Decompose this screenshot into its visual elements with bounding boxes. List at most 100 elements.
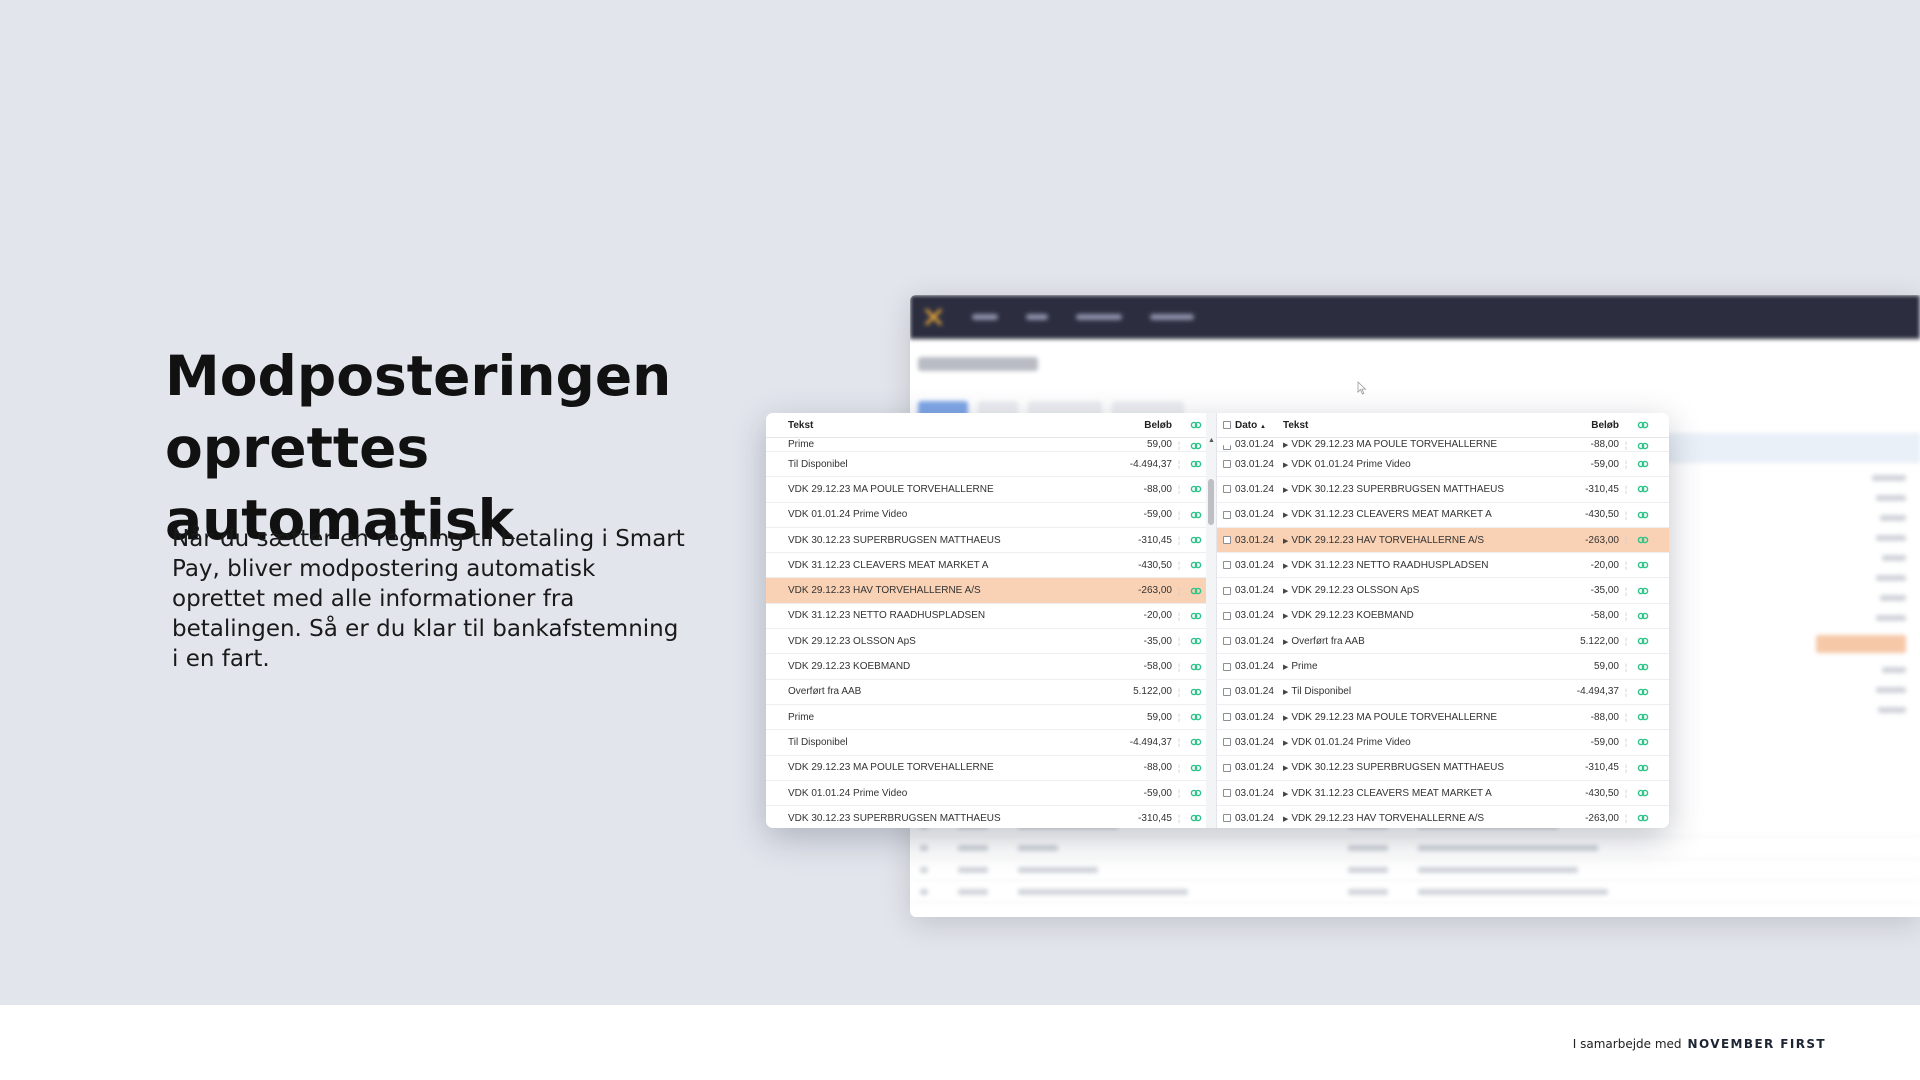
table-row[interactable]: 03.01.24 ▶ VDK 31.12.23 NETTO RAADHUSPLADS… [1217,553,1669,579]
table-row[interactable]: 03.01.24 ▶ VDK 31.12.23 CLEAVERS MEAT MARK… [1217,781,1669,807]
link-icon[interactable] [1186,460,1206,468]
link-icon[interactable] [1186,663,1206,671]
link-icon[interactable] [1186,688,1206,696]
expand-arrow-icon[interactable]: ▶ [1283,740,1288,747]
link-icon[interactable] [1633,738,1653,746]
expand-arrow-icon[interactable]: ▶ [1283,765,1288,772]
table-row[interactable]: 03.01.24 ▶ VDK 29.12.23 HAV TORVEHALLERNE … [1217,527,1669,554]
link-icon[interactable] [1633,688,1653,696]
link-icon[interactable] [1633,460,1653,468]
column-header-date[interactable]: Dato ▲ [1233,420,1283,431]
row-checkbox[interactable] [1217,611,1233,620]
scroll-up-icon[interactable]: ▲ [1208,437,1215,444]
link-icon[interactable] [1633,612,1653,620]
link-icon[interactable] [1186,485,1206,493]
row-checkbox[interactable] [1217,687,1233,696]
table-row[interactable]: VDK 31.12.23 CLEAVERS MEAT MARKET A -430,… [766,553,1206,579]
column-header-amount[interactable]: Beløb [1096,420,1172,431]
expand-arrow-icon[interactable]: ▶ [1283,442,1288,449]
table-row[interactable]: 03.01.24 ▶ VDK 01.01.24 Prime Video -59,00 ¦ [1217,730,1669,756]
table-row[interactable]: 03.01.24 ▶ VDK 30.12.23 SUPERBRUGSEN MATTH… [1217,477,1669,503]
link-icon[interactable] [1186,442,1206,450]
row-checkbox[interactable] [1217,738,1233,747]
table-row[interactable]: 03.01.24 ▶ VDK 30.12.23 SUPERBRUGSEN MATTH… [1217,756,1669,781]
row-checkbox[interactable] [1217,460,1233,469]
row-checkbox[interactable] [1217,814,1233,823]
row-checkbox[interactable] [1217,637,1233,646]
table-row[interactable]: Til Disponibel -4.494,37 ¦ [766,452,1206,478]
link-icon[interactable] [1633,764,1653,772]
table-row[interactable]: VDK 29.12.23 KOEBMAND -58,00 ¦ [766,654,1206,680]
row-checkbox[interactable] [1217,510,1233,519]
link-icon[interactable] [1633,485,1653,493]
expand-arrow-icon[interactable]: ▶ [1283,588,1288,595]
link-icon[interactable] [1186,612,1206,620]
table-row[interactable]: 03.01.24 ▶ Overført fra AAB 5.122,00 ¦ [1217,629,1669,655]
table-row[interactable]: VDK 30.12.23 SUPERBRUGSEN MATTHAEUS -310,… [766,528,1206,554]
expand-arrow-icon[interactable]: ▶ [1283,816,1288,823]
table-row[interactable]: VDK 01.01.24 Prime Video -59,00 ¦ [766,503,1206,528]
row-checkbox[interactable] [1217,713,1233,722]
link-icon[interactable] [1633,814,1653,822]
table-row[interactable]: VDK 29.12.23 HAV TORVEHALLERNE A/S -263,0… [766,578,1206,604]
link-icon[interactable] [1186,587,1206,595]
column-header-amount[interactable]: Beløb [1566,420,1619,431]
table-row[interactable]: 03.01.24 ▶ VDK 29.12.23 KOEBMAND -58,00 ¦ [1217,604,1669,630]
table-row-partial[interactable]: Prime 59,00 ¦ [766,438,1206,452]
row-checkbox[interactable] [1217,662,1233,671]
link-icon[interactable] [1186,511,1206,519]
expand-arrow-icon[interactable]: ▶ [1283,639,1288,646]
scrollbar[interactable]: ▲ [1206,413,1216,828]
link-icon[interactable] [1633,587,1653,595]
column-header-text[interactable]: Tekst [766,420,1096,431]
link-icon[interactable] [1186,637,1206,645]
link-icon[interactable] [1633,536,1653,544]
expand-arrow-icon[interactable]: ▶ [1283,538,1288,545]
table-row[interactable]: VDK 29.12.23 MA POULE TORVEHALLERNE -88,0… [766,477,1206,503]
table-row[interactable]: 03.01.24 ▶ VDK 29.12.23 HAV TORVEHALLERNE … [1217,806,1669,828]
row-checkbox[interactable] [1217,763,1233,772]
link-icon[interactable] [1186,713,1206,721]
table-row-partial[interactable]: 03.01.24 ▶ VDK 29.12.23 MA POULE TORVEHAL… [1217,438,1669,452]
table-row[interactable]: 03.01.24 ▶ VDK 29.12.23 OLSSON ApS -35,00 ¦ [1217,578,1669,604]
row-checkbox[interactable] [1217,789,1233,797]
link-icon[interactable] [1186,536,1206,544]
expand-arrow-icon[interactable]: ▶ [1283,487,1288,494]
table-row[interactable]: 03.01.24 ▶ Til Disponibel -4.494,37 ¦ [1217,680,1669,705]
row-checkbox[interactable] [1217,445,1233,450]
link-icon[interactable] [1633,511,1653,519]
expand-arrow-icon[interactable]: ▶ [1283,462,1288,469]
scrollbar-thumb[interactable] [1208,479,1214,525]
table-row[interactable]: VDK 29.12.23 MA POULE TORVEHALLERNE -88,0… [766,756,1206,781]
link-icon[interactable] [1186,789,1206,797]
row-checkbox[interactable] [1217,485,1233,494]
table-row[interactable]: 03.01.24 ▶ VDK 29.12.23 MA POULE TORVEHALL… [1217,705,1669,731]
expand-arrow-icon[interactable]: ▶ [1283,613,1288,620]
link-icon[interactable] [1186,561,1206,569]
link-icon[interactable] [1633,663,1653,671]
select-all-checkbox[interactable] [1217,421,1233,429]
table-row[interactable]: Til Disponibel -4.494,37 ¦ [766,730,1206,756]
expand-arrow-icon[interactable]: ▶ [1283,563,1288,570]
table-row[interactable]: VDK 01.01.24 Prime Video -59,00 ¦ [766,781,1206,807]
link-icon[interactable] [1633,637,1653,645]
expand-arrow-icon[interactable]: ▶ [1283,689,1288,696]
link-icon[interactable] [1186,738,1206,746]
table-row[interactable]: 03.01.24 ▶ VDK 01.01.24 Prime Video -59,00 ¦ [1217,452,1669,478]
table-row[interactable]: VDK 30.12.23 SUPERBRUGSEN MATTHAEUS -310,… [766,806,1206,828]
row-checkbox[interactable] [1217,536,1233,545]
row-checkbox[interactable] [1217,586,1233,595]
link-icon[interactable] [1186,764,1206,772]
table-row[interactable]: VDK 31.12.23 NETTO RAADHUSPLADSEN -20,00 ¦ [766,604,1206,630]
table-row[interactable]: 03.01.24 ▶ VDK 31.12.23 CLEAVERS MEAT MARK… [1217,503,1669,528]
column-header-text[interactable]: Tekst [1283,420,1566,431]
table-row[interactable]: 03.01.24 ▶ Prime 59,00 ¦ [1217,654,1669,680]
row-checkbox[interactable] [1217,561,1233,570]
link-icon[interactable] [1186,814,1206,822]
table-row[interactable]: Prime 59,00 ¦ [766,705,1206,731]
table-row[interactable]: Overført fra AAB 5.122,00 ¦ [766,680,1206,705]
expand-arrow-icon[interactable]: ▶ [1283,791,1288,798]
link-icon[interactable] [1633,713,1653,721]
expand-arrow-icon[interactable]: ▶ [1283,664,1288,671]
expand-arrow-icon[interactable]: ▶ [1283,715,1288,722]
